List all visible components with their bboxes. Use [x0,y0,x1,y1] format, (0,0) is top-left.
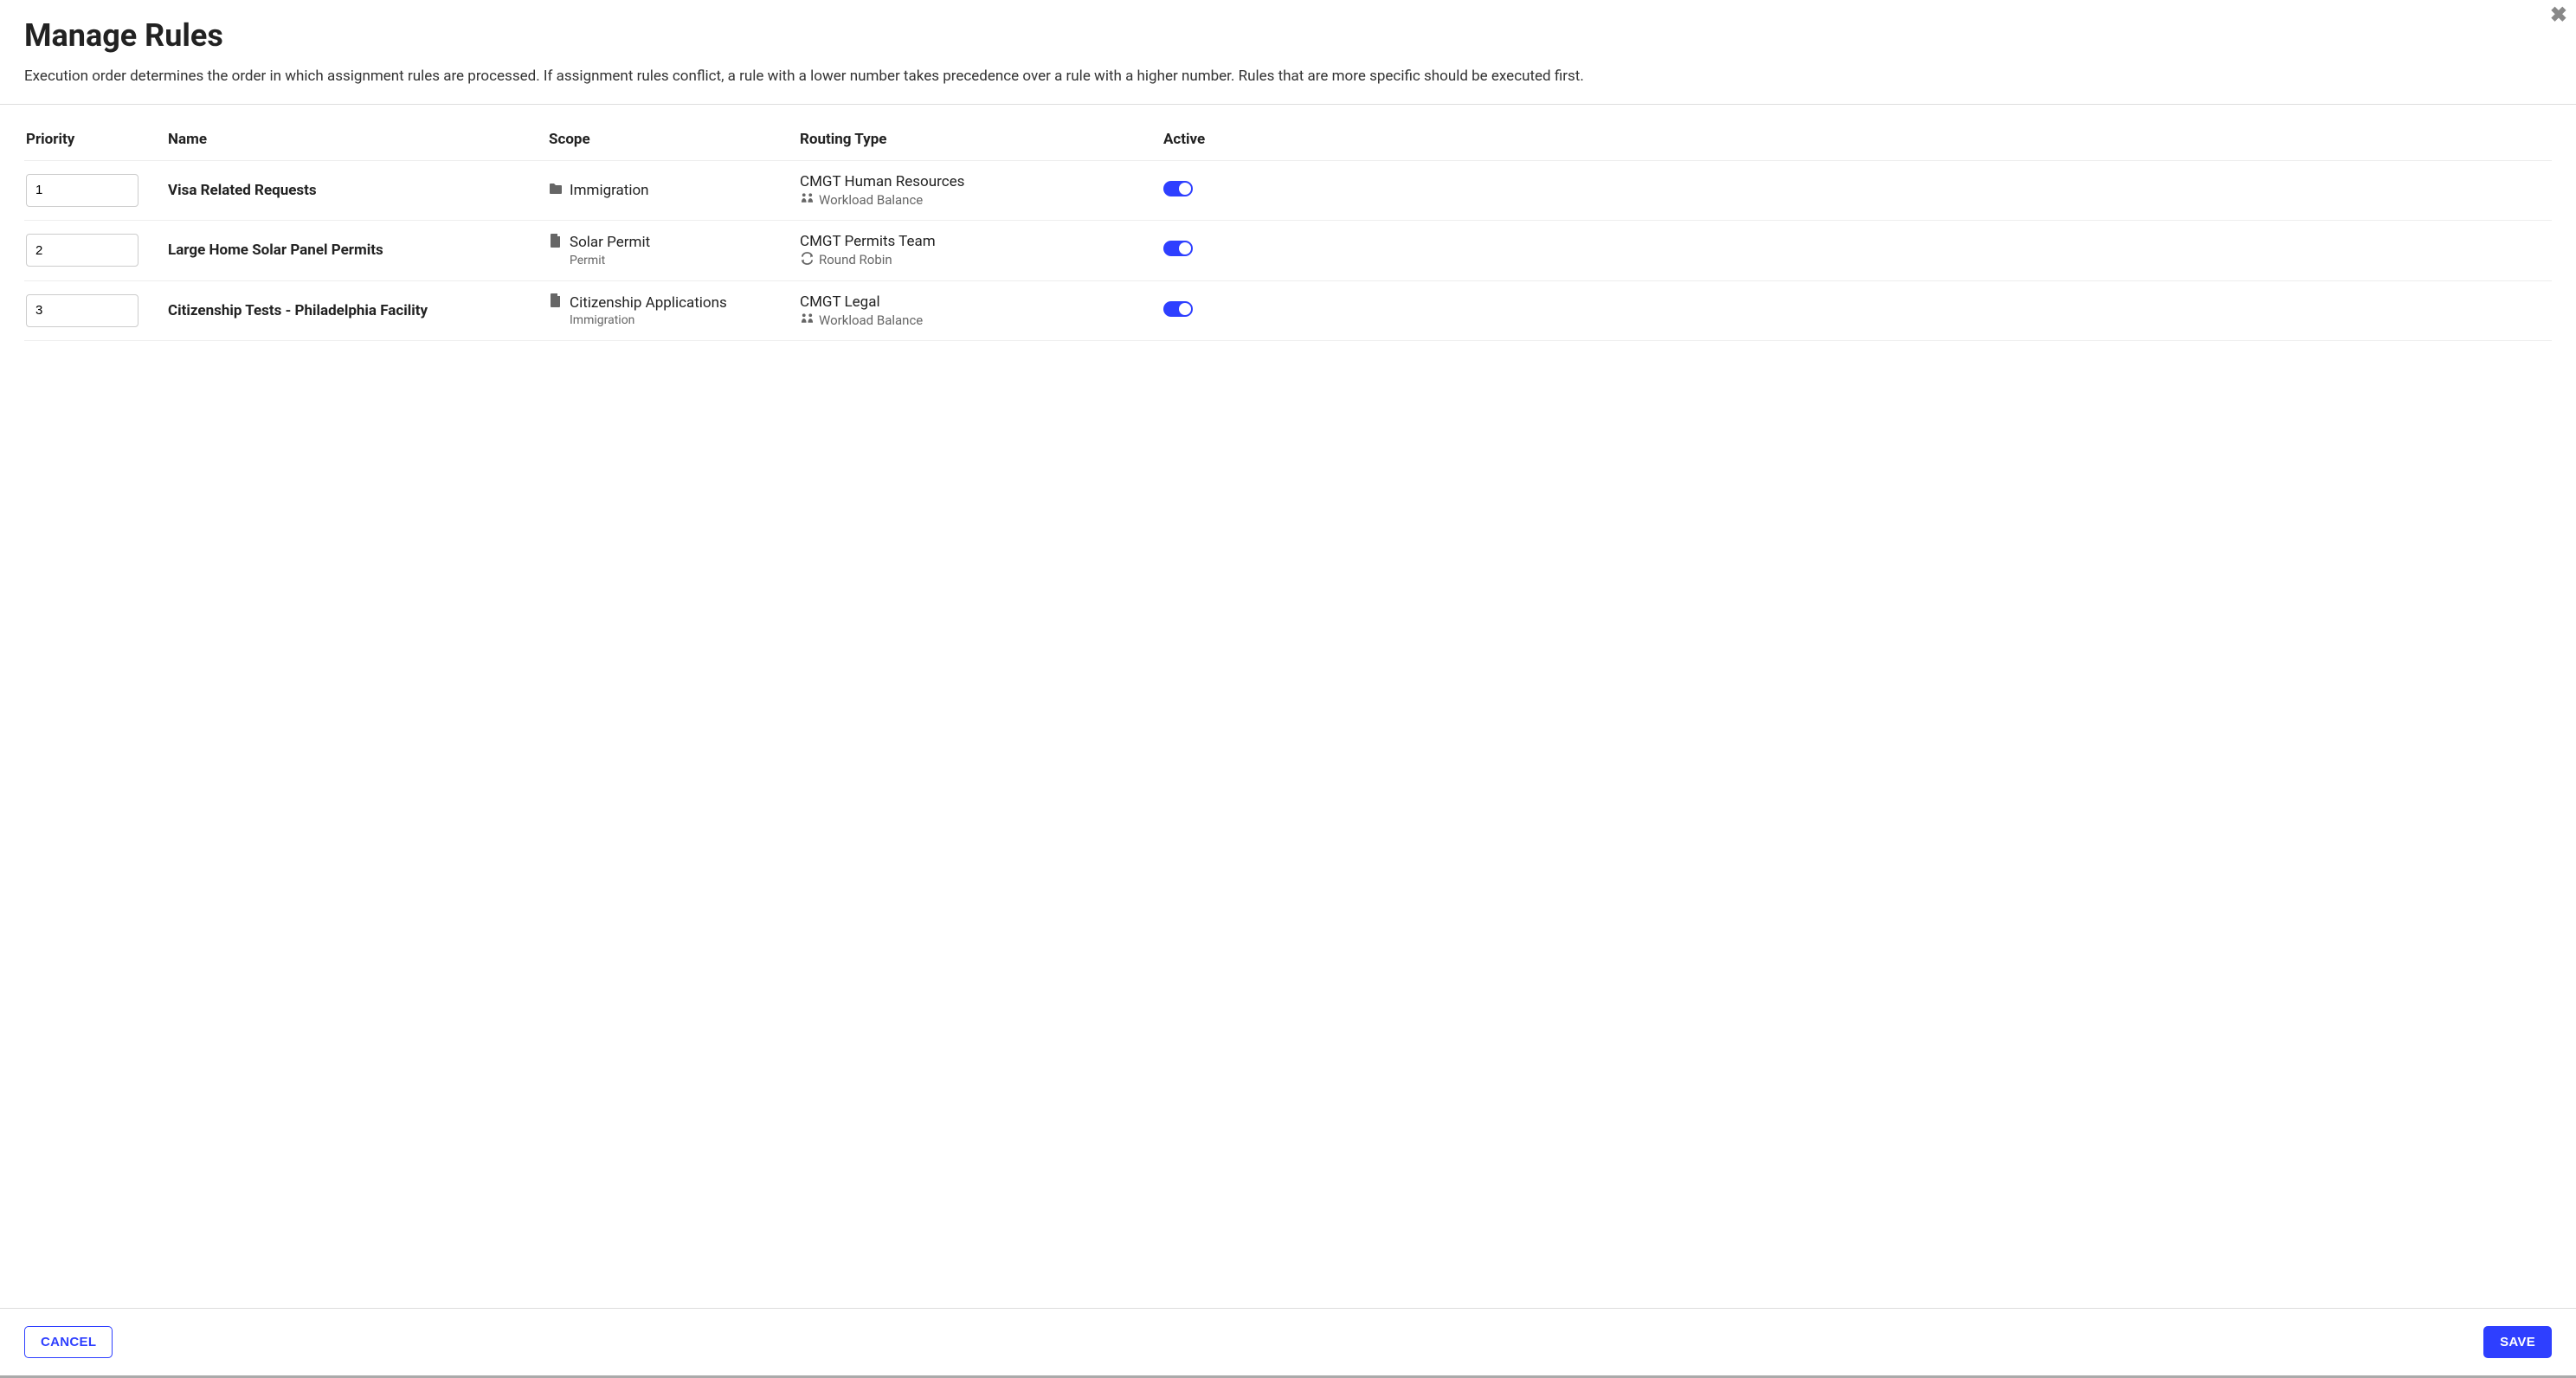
column-header-routing-type: Routing Type [791,113,1155,161]
scope-main-text: Citizenship Applications [570,294,727,312]
routing-team: CMGT Human Resources [800,173,1146,190]
rules-table: Priority Name Scope Routing Type Active … [24,113,2552,341]
file-icon [549,293,563,312]
active-toggle[interactable] [1163,241,1193,256]
round-robin-icon [800,252,814,268]
column-header-name: Name [159,113,540,161]
page-title: Manage Rules [24,17,2552,54]
page-description: Execution order determines the order in … [24,66,2552,88]
routing-mode-text: Round Robin [819,252,892,267]
table-row: Large Home Solar Panel Permits Solar Perm… [24,220,2552,280]
workload-balance-icon [800,192,814,208]
modal-footer: CANCEL SAVE [0,1308,2576,1378]
column-header-scope: Scope [540,113,791,161]
routing-team: CMGT Legal [800,293,1146,311]
manage-rules-modal: ✖ Manage Rules Execution order determine… [0,0,2576,1378]
priority-input[interactable] [26,174,138,207]
scope-main-text: Solar Permit [570,234,650,251]
scope-sub-text: Immigration [570,313,782,327]
close-icon[interactable]: ✖ [2550,4,2567,25]
file-icon [549,234,563,252]
folder-icon [549,182,563,199]
routing-mode-text: Workload Balance [819,312,923,328]
rule-name: Visa Related Requests [168,182,317,199]
scope-sub-text: Permit [570,254,782,267]
column-header-priority: Priority [24,113,159,161]
priority-input[interactable] [26,294,138,327]
active-toggle[interactable] [1163,301,1193,317]
rule-name: Large Home Solar Panel Permits [168,241,383,259]
priority-input[interactable] [26,234,138,267]
rule-name: Citizenship Tests - Philadelphia Facilit… [168,302,428,319]
table-row: Citizenship Tests - Philadelphia Facilit… [24,280,2552,340]
column-header-active: Active [1155,113,2552,161]
table-row: Visa Related Requests Immigration CMGT Hum… [24,160,2552,220]
workload-balance-icon [800,312,814,328]
routing-mode-text: Workload Balance [819,192,923,208]
scope-main-text: Immigration [570,182,649,199]
cancel-button[interactable]: CANCEL [24,1326,113,1358]
active-toggle[interactable] [1163,181,1193,196]
routing-team: CMGT Permits Team [800,233,1146,250]
save-button[interactable]: SAVE [2483,1326,2552,1358]
